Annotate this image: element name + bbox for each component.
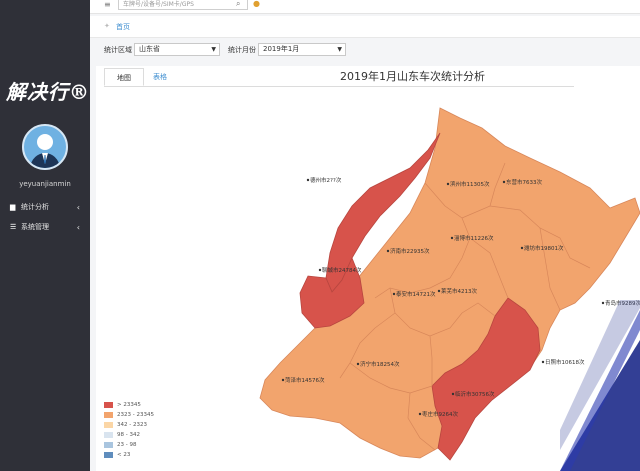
caret-down-icon: ▼: [337, 46, 342, 53]
svg-text:滨州市11305次: 滨州市11305次: [450, 180, 490, 188]
city-value-binzhou: 11305次: [467, 180, 490, 188]
legend-label: 2323 - 23345: [117, 412, 154, 418]
top-bar: ≡ 车牌号/设备号/SIM卡/GPS ⌕ ●: [90, 0, 640, 14]
region-select-value: 山东省: [139, 45, 160, 53]
svg-text:东营市7633次: 东营市7633次: [506, 178, 543, 186]
month-select[interactable]: 2019年1月 ▼: [258, 43, 346, 56]
city-label-dezhou: 德州市: [310, 176, 327, 184]
sidebar-item-label: 统计分析: [21, 203, 49, 211]
svg-text:泰安市14721次: 泰安市14721次: [396, 290, 436, 298]
svg-text:济宁市18254次: 济宁市18254次: [360, 360, 400, 368]
svg-text:德州市2??次: 德州市2??次: [310, 176, 342, 184]
city-value-taian: 14721次: [413, 290, 436, 298]
legend-swatch: [104, 422, 113, 428]
month-select-value: 2019年1月: [263, 45, 300, 53]
city-value-jining: 18254次: [377, 360, 400, 368]
map-legend: > 23345 2323 - 23345 342 - 2323 98 - 342…: [104, 400, 154, 460]
home-icon: ✦: [104, 22, 110, 30]
tab-table[interactable]: 表格: [140, 68, 180, 86]
chart-title: 2019年1月山东车次统计分析: [340, 70, 485, 83]
legend-swatch: [104, 432, 113, 438]
legend-item[interactable]: < 23: [104, 450, 154, 460]
legend-swatch: [104, 412, 113, 418]
menu-icon[interactable]: ≡: [104, 0, 111, 9]
legend-label: 23 - 98: [117, 442, 137, 448]
city-label-liaocheng: 聊城市: [322, 266, 339, 274]
region-select[interactable]: 山东省 ▼: [134, 43, 220, 56]
city-label-weifang: 潍坊市: [524, 244, 541, 252]
legend-item[interactable]: 98 - 342: [104, 430, 154, 440]
city-label-linyi: 临沂市: [455, 390, 472, 398]
legend-swatch: [104, 442, 113, 448]
city-value-laiwu: 4213次: [458, 287, 478, 295]
decorative-corner: [560, 300, 640, 471]
svg-text:莱芜市4213次: 莱芜市4213次: [441, 287, 478, 295]
city-label-binzhou: 滨州市: [450, 180, 467, 188]
chevron-left-icon: ‹: [76, 222, 80, 232]
city-value-zibo: 11226次: [471, 234, 494, 242]
city-label-zibo: 淄博市: [454, 234, 471, 242]
city-value-weifang: 19801次: [541, 244, 564, 252]
svg-text:枣庄市9264次: 枣庄市9264次: [422, 410, 459, 418]
legend-item[interactable]: 23 - 98: [104, 440, 154, 450]
user-avatar-icon: [29, 134, 61, 168]
sidebar: 解决行® yeyuanjianmin ▆ 统计分析 ‹ ☰ 系统管理 ‹: [0, 0, 90, 471]
legend-item[interactable]: > 23345: [104, 400, 154, 410]
legend-label: > 23345: [117, 402, 141, 408]
city-label-jinan: 济南市: [390, 247, 407, 255]
city-label-laiwu: 莱芜市: [441, 287, 458, 295]
legend-label: 98 - 342: [117, 432, 140, 438]
username: yeyuanjianmin: [19, 180, 71, 188]
sidebar-item-stats[interactable]: ▆ 统计分析 ‹: [0, 198, 90, 216]
avatar[interactable]: [22, 124, 68, 170]
city-value-dongying: 7633次: [523, 178, 543, 186]
tab-map[interactable]: 地图: [104, 68, 144, 86]
sidebar-item-system[interactable]: ☰ 系统管理 ‹: [0, 218, 90, 236]
breadcrumb-home-link[interactable]: 首页: [116, 22, 130, 32]
legend-swatch: [104, 452, 113, 458]
bar-chart-icon: ▆: [10, 203, 16, 211]
shandong-map: 德州市2??次 聊城市24784次 滨州市11305次 东营市7633次 济南市…: [259, 107, 640, 461]
svg-text:菏泽市14576次: 菏泽市14576次: [285, 376, 325, 384]
legend-swatch: [104, 402, 113, 408]
caret-down-icon: ▼: [211, 46, 216, 53]
city-label-taian: 泰安市: [396, 290, 413, 298]
svg-text:临沂市30756次: 临沂市30756次: [455, 390, 495, 398]
list-icon: ☰: [10, 223, 17, 231]
legend-label: < 23: [117, 452, 131, 458]
chevron-left-icon: ‹: [76, 202, 80, 212]
city-value-jinan: 22935次: [407, 247, 430, 255]
city-value-heze: 14576次: [302, 376, 325, 384]
svg-text:聊城市24784次: 聊城市24784次: [322, 266, 362, 274]
city-value-linyi: 30756次: [472, 390, 495, 398]
app-logo: 解决行®: [6, 80, 90, 104]
legend-item[interactable]: 2323 - 23345: [104, 410, 154, 420]
city-label-dongying: 东营市: [506, 178, 523, 186]
city-label-heze: 菏泽市: [285, 376, 302, 384]
search-input[interactable]: 车牌号/设备号/SIM卡/GPS: [118, 0, 248, 10]
legend-label: 342 - 2323: [117, 422, 147, 428]
svg-text:潍坊市19801次: 潍坊市19801次: [524, 244, 564, 252]
month-filter-label: 统计月份: [228, 46, 256, 54]
svg-text:淄博市11226次: 淄博市11226次: [454, 234, 494, 242]
city-value-liaocheng: 24784次: [339, 266, 362, 274]
breadcrumb: ✦ 首页: [90, 16, 640, 38]
tab-divider: [104, 86, 574, 87]
city-value-dezhou: 2??次: [327, 176, 342, 184]
region-filter-label: 统计区域: [104, 46, 132, 54]
sidebar-item-label: 系统管理: [21, 223, 49, 231]
search-icon[interactable]: ⌕: [236, 0, 240, 9]
svg-text:济南市22935次: 济南市22935次: [390, 247, 430, 255]
city-label-zaozhuang: 枣庄市: [422, 410, 439, 418]
city-label-jining: 济宁市: [360, 360, 377, 368]
legend-item[interactable]: 342 - 2323: [104, 420, 154, 430]
notification-icon[interactable]: ●: [253, 0, 260, 8]
city-value-zaozhuang: 9264次: [439, 410, 459, 418]
